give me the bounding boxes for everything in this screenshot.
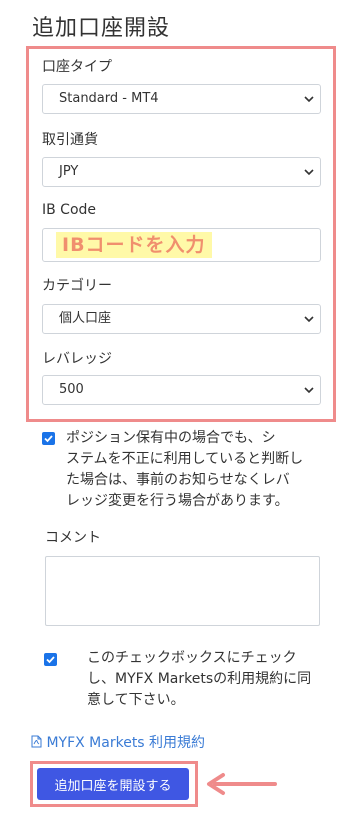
leverage-notice-checkbox[interactable] (42, 432, 55, 445)
currency-label: 取引通貨 (42, 132, 98, 148)
chevron-down-icon (304, 316, 314, 323)
category-select[interactable]: 個人口座 (42, 304, 321, 334)
check-icon (46, 656, 55, 664)
terms-link[interactable]: MYFX Markets 利用規約 (31, 732, 205, 752)
page-title: 追加口座開設 (32, 16, 171, 41)
chevron-down-icon (304, 96, 314, 103)
leverage-notice-line: た場合は、事前のお知らせなくレバ (66, 472, 290, 488)
terms-agree-line: 意して下さい。 (87, 692, 185, 708)
pdf-icon (31, 735, 42, 748)
terms-agree-checkbox[interactable] (44, 653, 57, 666)
arrow-left-icon (207, 773, 277, 795)
chevron-down-icon (304, 387, 314, 394)
open-account-button[interactable]: 追加口座を開設する (37, 768, 189, 800)
currency-value: JPY (59, 164, 79, 179)
account-type-value: Standard - MT4 (59, 91, 159, 106)
account-type-select[interactable]: Standard - MT4 (42, 84, 321, 114)
category-value: 個人口座 (59, 311, 112, 326)
leverage-value: 500 (59, 382, 84, 397)
leverage-notice-line: レッジ変更を行う場合があります。 (66, 493, 289, 509)
terms-link-label: MYFX Markets 利用規約 (46, 735, 206, 751)
terms-agree-line: し、MYFX Marketsの利用規約に同 (87, 671, 312, 687)
comment-textarea[interactable] (45, 556, 320, 626)
account-type-label: 口座タイプ (42, 59, 112, 75)
terms-agree-text: このチェックボックスにチェック し、MYFX Marketsの利用規約に同 意し… (87, 648, 337, 711)
leverage-notice-line: ポジション保有中の場合でも、シ (66, 430, 276, 446)
leverage-select[interactable]: 500 (42, 375, 321, 405)
comment-label: コメント (45, 530, 101, 546)
chevron-down-icon (304, 169, 314, 176)
ib-code-input[interactable]: IBコードを入力 (42, 228, 321, 262)
ib-code-annotation: IBコードを入力 (56, 232, 212, 258)
leverage-notice-line: ステムを不正に利用していると判断し (66, 451, 304, 467)
currency-select[interactable]: JPY (42, 157, 321, 187)
ib-code-label: IB Code (42, 202, 97, 218)
terms-agree-line: このチェックボックスにチェック (87, 650, 297, 666)
leverage-label: レバレッジ (42, 351, 112, 367)
category-label: カテゴリー (42, 278, 112, 294)
check-icon (44, 435, 53, 443)
leverage-notice-text: ポジション保有中の場合でも、シ ステムを不正に利用していると判断し た場合は、事… (66, 428, 336, 512)
